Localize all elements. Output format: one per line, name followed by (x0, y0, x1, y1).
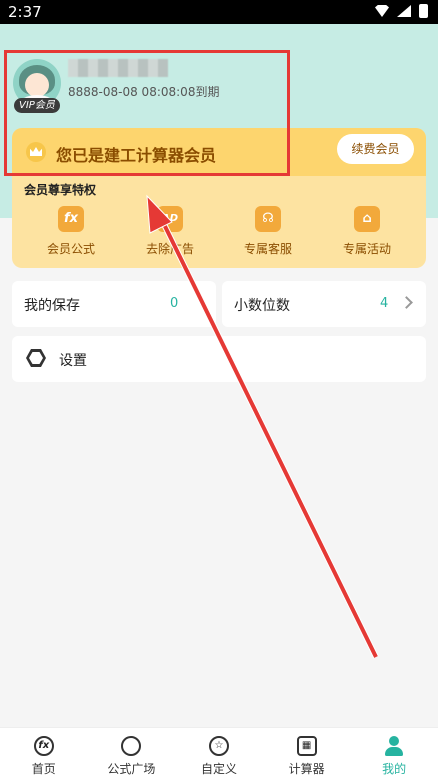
member-status-title: 您已是建工计算器会员 (56, 146, 217, 165)
bottom-tab-bar: fx 首页 公式广场 ☆ 自定义 ▦ 计算器 我的 (0, 727, 438, 779)
status-time: 2:37 (8, 3, 42, 21)
tab-home[interactable]: fx 首页 (0, 728, 88, 779)
battery-icon (419, 4, 428, 18)
decimal-places-row[interactable]: 小数位数 4 (222, 281, 426, 327)
tab-calculator[interactable]: ▦ 计算器 (263, 728, 351, 779)
my-saves-row[interactable]: 我的保存 0 (12, 281, 216, 327)
person-icon (384, 736, 404, 756)
wifi-icon (375, 5, 389, 17)
settings-icon (26, 349, 46, 367)
headset-icon: ☊ (255, 206, 281, 232)
crown-icon (26, 142, 46, 162)
tab-formula-square[interactable]: 公式广场 (88, 728, 176, 779)
chevron-right-icon (400, 296, 413, 309)
status-bar: 2:37 (0, 0, 438, 24)
gift-icon: ⌂ (354, 206, 380, 232)
member-status-bar: 您已是建工计算器会员 续费会员 (12, 128, 426, 176)
annotation-arrow-shaft (156, 211, 378, 658)
username-redacted (68, 59, 168, 77)
perk-member-formula[interactable]: fx 会员公式 (26, 206, 116, 257)
star-circle-icon: ☆ (208, 736, 229, 756)
settings-row[interactable]: 设置 (12, 336, 426, 382)
perks-title: 会员尊享特权 (24, 183, 97, 197)
member-card: 您已是建工计算器会员 续费会员 会员尊享特权 fx 会员公式 AD 去除广告 ☊… (12, 128, 426, 268)
ad-icon: AD (157, 206, 183, 232)
perk-exclusive-support[interactable]: ☊ 专属客服 (223, 206, 313, 257)
fx-icon: fx (58, 206, 84, 232)
signal-icon (397, 5, 411, 17)
decimal-places-value: 4 (380, 296, 389, 311)
calculator-icon: ▦ (296, 736, 317, 756)
vip-badge: VIP会员 (14, 98, 60, 113)
my-saves-count: 0 (170, 296, 179, 311)
annotation-arrow-outline (155, 210, 379, 659)
tab-custom[interactable]: ☆ 自定义 (175, 728, 263, 779)
membership-expire-text: 8888-08-08 08:08:08到期 (68, 85, 220, 99)
tab-mine[interactable]: 我的 (350, 728, 438, 779)
perk-exclusive-events[interactable]: ⌂ 专属活动 (322, 206, 412, 257)
planet-icon (121, 736, 142, 756)
fx-icon: fx (33, 736, 54, 756)
renew-membership-button[interactable]: 续费会员 (337, 134, 414, 164)
my-saves-label: 我的保存 (24, 298, 80, 314)
decimal-places-label: 小数位数 (234, 298, 290, 314)
settings-label: 设置 (59, 353, 87, 369)
perk-remove-ads[interactable]: AD 去除广告 (125, 206, 215, 257)
